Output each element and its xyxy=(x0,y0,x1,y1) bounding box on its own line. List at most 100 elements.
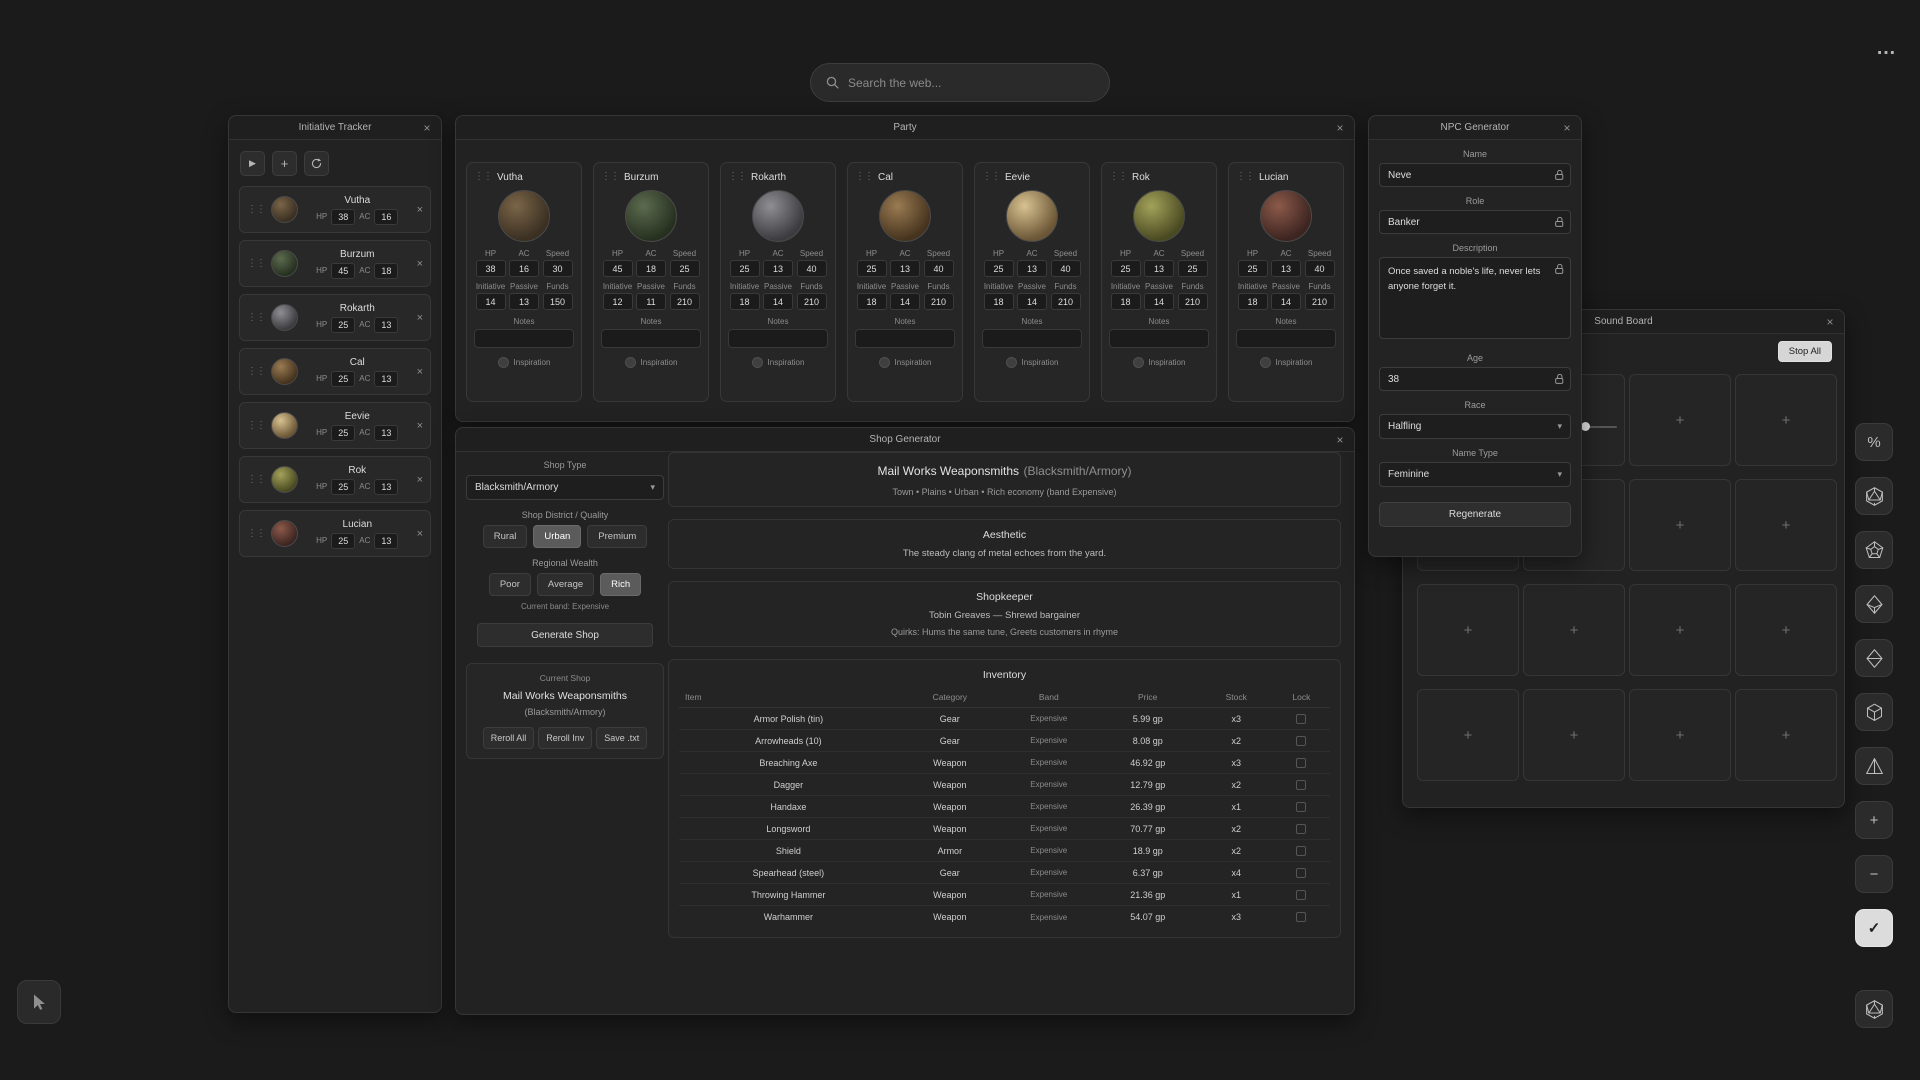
ac-value[interactable]: 13 xyxy=(1144,260,1174,277)
lock-checkbox[interactable] xyxy=(1296,912,1306,922)
drag-handle-icon[interactable]: ⋮⋮ xyxy=(474,172,492,182)
sound-tile-empty[interactable]: + xyxy=(1735,689,1837,781)
lock-checkbox[interactable] xyxy=(1296,824,1306,834)
lock-checkbox[interactable] xyxy=(1296,846,1306,856)
dice-d20-button[interactable] xyxy=(1855,477,1893,515)
dice-d6-button[interactable] xyxy=(1855,693,1893,731)
close-icon[interactable]: × xyxy=(1332,432,1348,448)
sound-tile-empty[interactable]: + xyxy=(1735,584,1837,676)
inspiration-dot[interactable] xyxy=(879,357,890,368)
drag-handle-icon[interactable]: ⋮⋮ xyxy=(247,313,265,323)
speed-value[interactable]: 30 xyxy=(543,260,573,277)
ac-value[interactable]: 16 xyxy=(374,209,398,225)
sound-tile-empty[interactable]: + xyxy=(1629,689,1731,781)
shop-type-select[interactable]: Blacksmith/Armory ▾ xyxy=(466,475,664,500)
ac-value[interactable]: 16 xyxy=(509,260,539,277)
dice-d4-button[interactable] xyxy=(1855,747,1893,785)
district-option-urban[interactable]: Urban xyxy=(533,525,581,548)
drag-handle-icon[interactable]: ⋮⋮ xyxy=(247,259,265,269)
remove-entry-button[interactable]: × xyxy=(417,474,423,486)
inspiration-dot[interactable] xyxy=(1133,357,1144,368)
lock-checkbox[interactable] xyxy=(1296,868,1306,878)
ac-value[interactable]: 13 xyxy=(890,260,920,277)
increment-button[interactable]: + xyxy=(1855,801,1893,839)
lock-checkbox[interactable] xyxy=(1296,780,1306,790)
ac-value[interactable]: 13 xyxy=(374,317,398,333)
ac-value[interactable]: 13 xyxy=(374,371,398,387)
passive-value[interactable]: 14 xyxy=(1144,293,1174,310)
slider-knob[interactable] xyxy=(1581,422,1590,431)
npc-description-input[interactable]: Once saved a noble's life, never lets an… xyxy=(1379,257,1571,339)
notes-input[interactable] xyxy=(601,329,701,348)
passive-value[interactable]: 11 xyxy=(636,293,666,310)
regenerate-button[interactable]: Regenerate xyxy=(1379,502,1571,527)
drag-handle-icon[interactable]: ⋮⋮ xyxy=(247,475,265,485)
lock-icon[interactable] xyxy=(1554,169,1565,181)
initiative-value[interactable]: 14 xyxy=(476,293,506,310)
save-txt-button[interactable]: Save .txt xyxy=(596,727,647,749)
lock-checkbox[interactable] xyxy=(1296,758,1306,768)
hp-value[interactable]: 45 xyxy=(603,260,633,277)
inspiration-dot[interactable] xyxy=(625,357,636,368)
pointer-tool-button[interactable] xyxy=(17,980,61,1024)
confirm-roll-button[interactable]: ✓ xyxy=(1855,909,1893,947)
ac-value[interactable]: 13 xyxy=(374,533,398,549)
sound-tile-empty[interactable]: + xyxy=(1629,479,1731,571)
hp-value[interactable]: 25 xyxy=(1238,260,1268,277)
overflow-menu-button[interactable]: … xyxy=(1876,38,1898,58)
panel-titlebar[interactable]: Initiative Tracker × xyxy=(229,116,441,140)
inspiration-toggle[interactable]: Inspiration xyxy=(625,357,678,368)
drag-handle-icon[interactable]: ⋮⋮ xyxy=(1236,172,1254,182)
ac-value[interactable]: 18 xyxy=(374,263,398,279)
reset-tracker-button[interactable] xyxy=(304,151,329,176)
hp-value[interactable]: 38 xyxy=(331,209,355,225)
sound-tile-empty[interactable]: + xyxy=(1735,479,1837,571)
speed-value[interactable]: 25 xyxy=(1178,260,1208,277)
funds-value[interactable]: 210 xyxy=(924,293,954,310)
lock-checkbox[interactable] xyxy=(1296,802,1306,812)
ac-value[interactable]: 13 xyxy=(1271,260,1301,277)
hp-value[interactable]: 38 xyxy=(476,260,506,277)
close-icon[interactable]: × xyxy=(1332,120,1348,136)
lock-checkbox[interactable] xyxy=(1296,890,1306,900)
hp-value[interactable]: 25 xyxy=(331,425,355,441)
inspiration-toggle[interactable]: Inspiration xyxy=(1260,357,1313,368)
drag-handle-icon[interactable]: ⋮⋮ xyxy=(982,172,1000,182)
drag-handle-icon[interactable]: ⋮⋮ xyxy=(601,172,619,182)
dice-d10-button[interactable] xyxy=(1855,585,1893,623)
dice-d8-button[interactable] xyxy=(1855,639,1893,677)
remove-entry-button[interactable]: × xyxy=(417,258,423,270)
drag-handle-icon[interactable]: ⋮⋮ xyxy=(247,367,265,377)
lock-icon[interactable] xyxy=(1554,263,1565,275)
district-option-premium[interactable]: Premium xyxy=(587,525,647,548)
ac-value[interactable]: 13 xyxy=(374,479,398,495)
lock-icon[interactable] xyxy=(1554,373,1565,385)
lock-checkbox[interactable] xyxy=(1296,736,1306,746)
hp-value[interactable]: 25 xyxy=(857,260,887,277)
notes-input[interactable] xyxy=(1109,329,1209,348)
drag-handle-icon[interactable]: ⋮⋮ xyxy=(855,172,873,182)
stop-all-button[interactable]: Stop All xyxy=(1778,341,1832,362)
close-icon[interactable]: × xyxy=(1559,120,1575,136)
hp-value[interactable]: 25 xyxy=(1111,260,1141,277)
inspiration-toggle[interactable]: Inspiration xyxy=(1006,357,1059,368)
speed-value[interactable]: 40 xyxy=(797,260,827,277)
close-icon[interactable]: × xyxy=(1822,314,1838,330)
passive-value[interactable]: 14 xyxy=(890,293,920,310)
funds-value[interactable]: 210 xyxy=(1051,293,1081,310)
sound-tile-empty[interactable]: + xyxy=(1417,584,1519,676)
drag-handle-icon[interactable]: ⋮⋮ xyxy=(728,172,746,182)
npc-role-input[interactable] xyxy=(1379,210,1571,234)
district-option-rural[interactable]: Rural xyxy=(483,525,528,548)
panel-titlebar[interactable]: Shop Generator × xyxy=(456,428,1354,452)
funds-value[interactable]: 150 xyxy=(543,293,573,310)
notes-input[interactable] xyxy=(1236,329,1336,348)
generate-shop-button[interactable]: Generate Shop xyxy=(477,623,653,647)
decrement-button[interactable]: − xyxy=(1855,855,1893,893)
wealth-option-rich[interactable]: Rich xyxy=(600,573,641,596)
initiative-value[interactable]: 18 xyxy=(857,293,887,310)
passive-value[interactable]: 13 xyxy=(509,293,539,310)
hp-value[interactable]: 25 xyxy=(331,317,355,333)
ac-value[interactable]: 13 xyxy=(1017,260,1047,277)
inspiration-toggle[interactable]: Inspiration xyxy=(1133,357,1186,368)
